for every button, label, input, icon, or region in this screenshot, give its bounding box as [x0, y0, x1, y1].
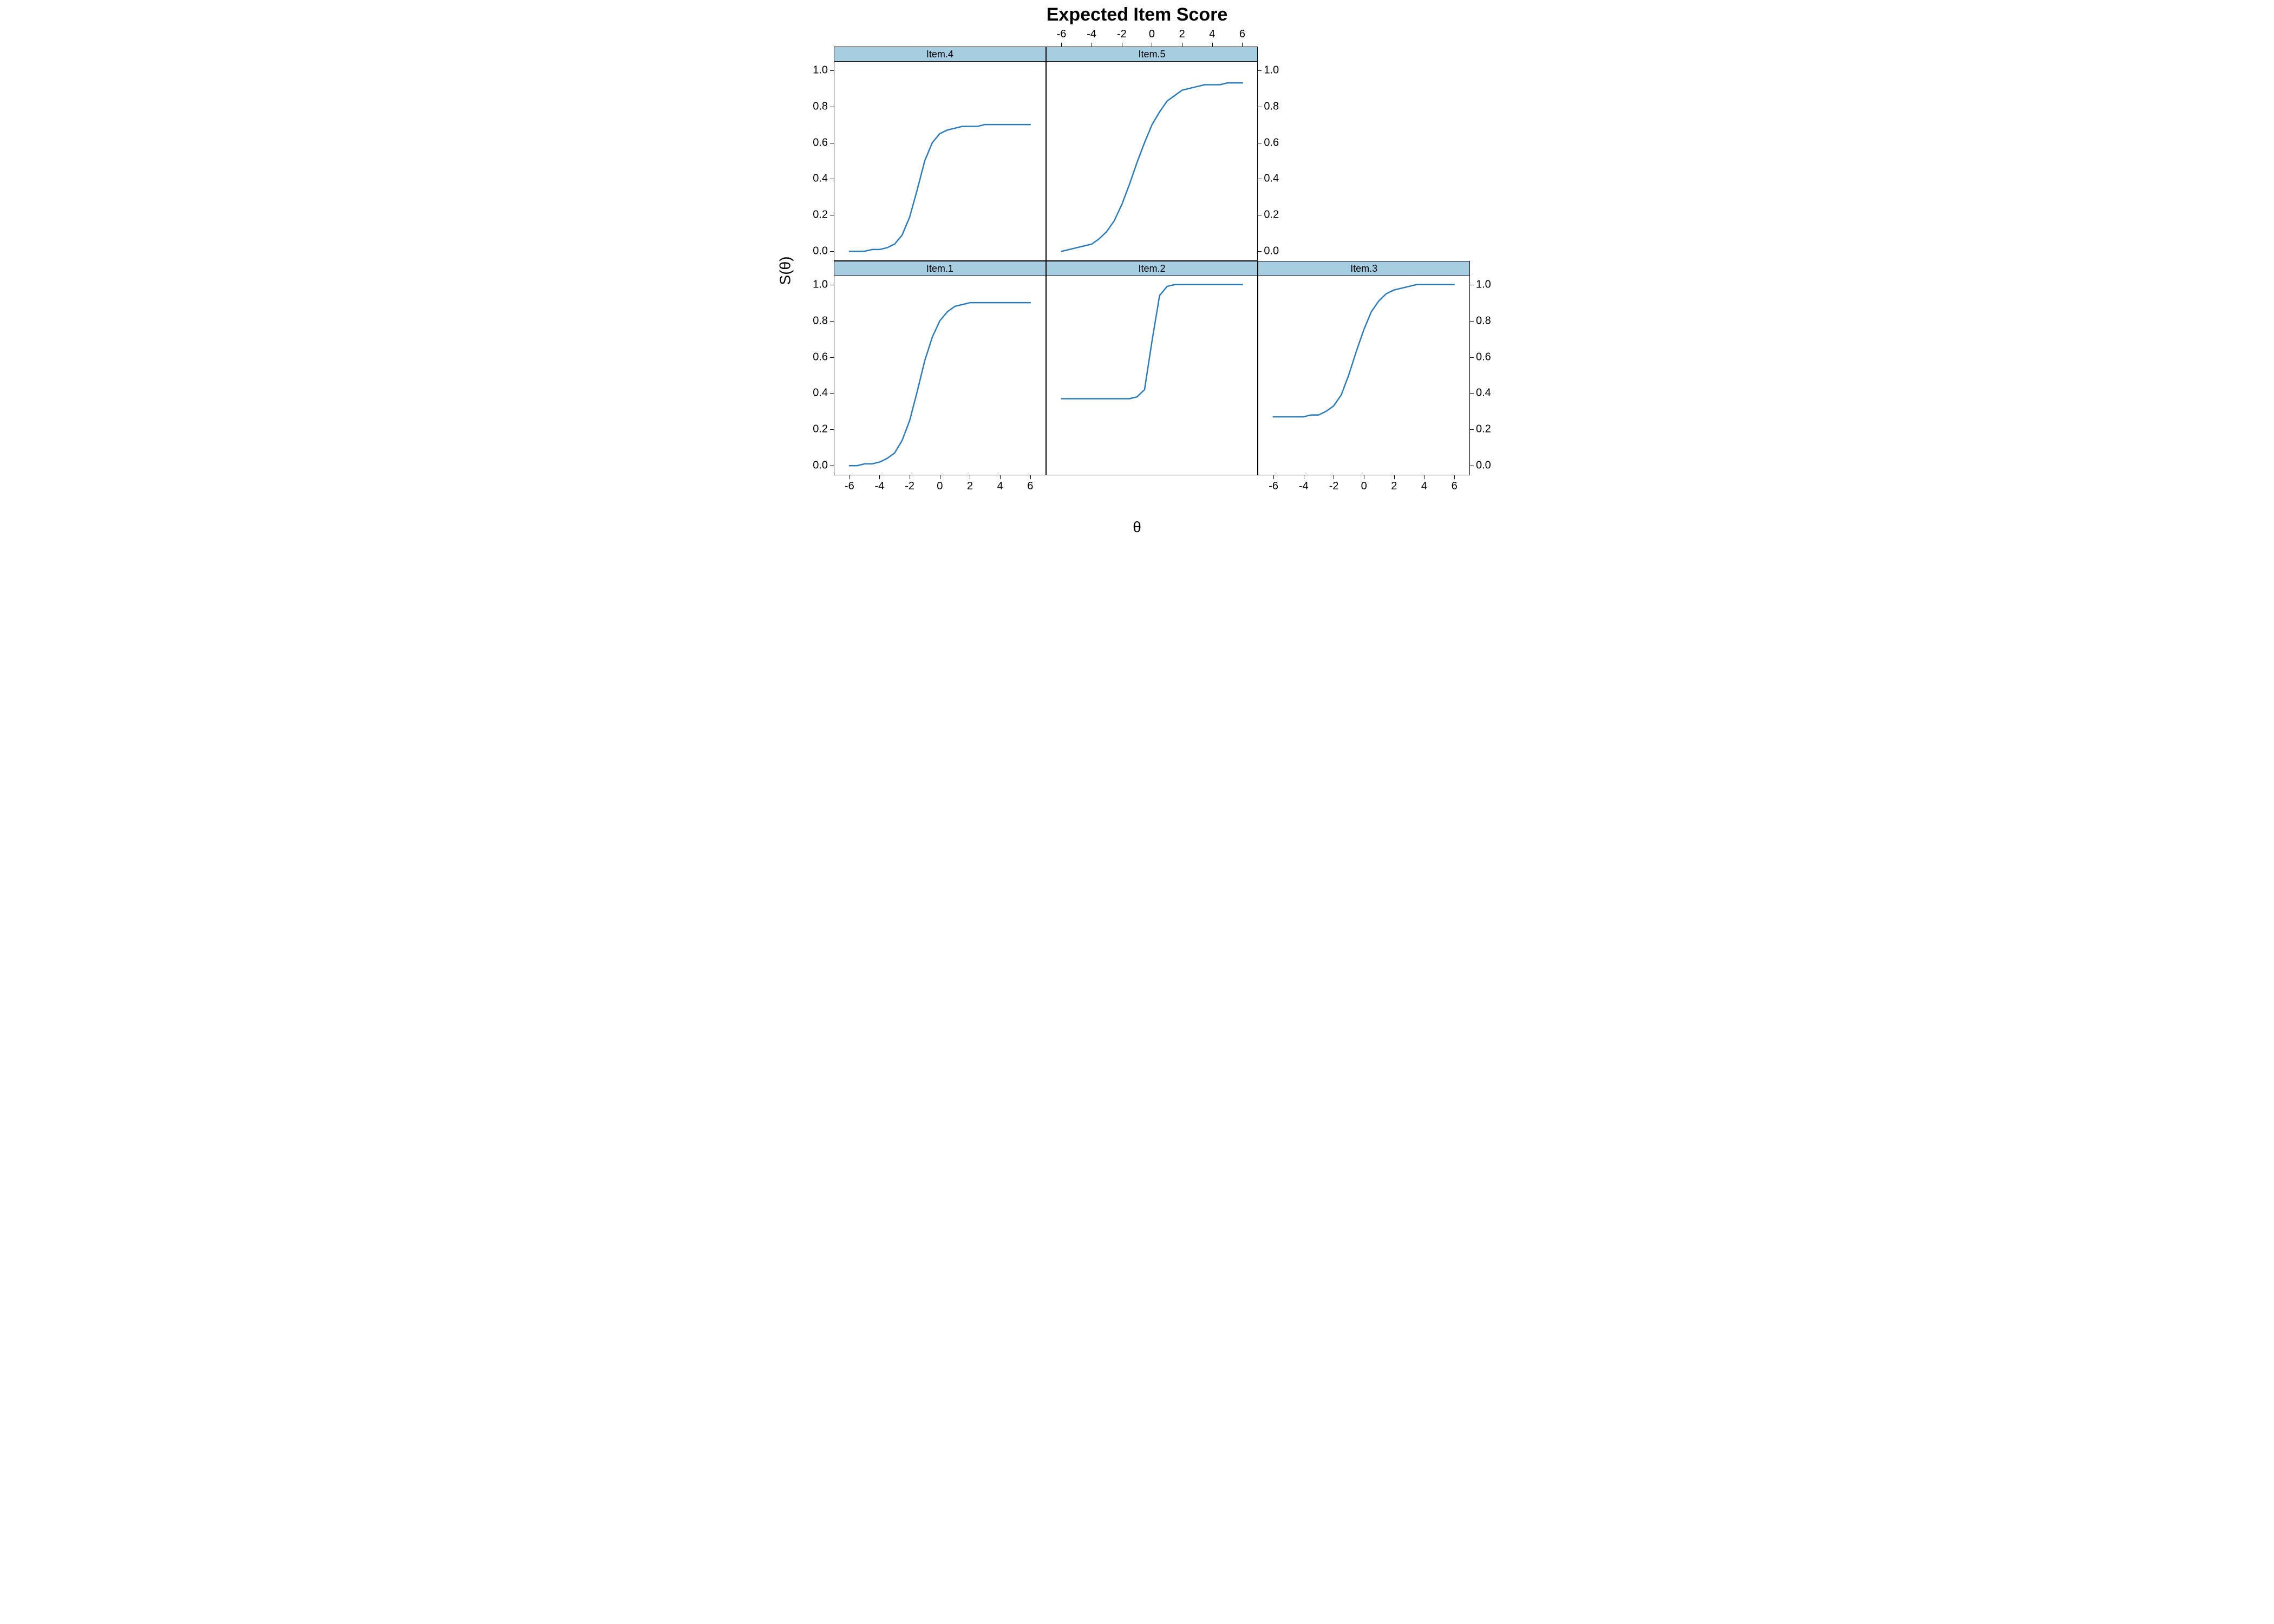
panel-item5: Item.5 -6-4-20246 0.00.20.40.60.81.0: [1046, 47, 1258, 261]
panel-item3: Item.3 -6-4-20246 0.00.20.40.60.81.0: [1258, 261, 1470, 475]
curve-item4: [834, 61, 1045, 260]
y-ticks-left: 0.00.20.40.60.81.0: [802, 276, 834, 475]
y-ticks-left: 0.00.20.40.60.81.0: [802, 61, 834, 260]
x-axis-label: θ: [758, 519, 1516, 536]
plot-area: [834, 276, 1045, 475]
curve-item3: [1258, 276, 1469, 475]
y-ticks-right: 0.00.20.40.60.81.0: [1469, 276, 1502, 475]
trellis-row-bottom: Item.1 -6-4-20246 0.00.20.40.60.81.0 Ite…: [834, 261, 1470, 475]
curve-item1: [834, 276, 1045, 475]
curve-item5: [1047, 61, 1258, 260]
x-ticks-top: -6-4-20246: [1047, 29, 1258, 47]
curve-item2: [1047, 276, 1258, 475]
plot-area: [1047, 61, 1258, 260]
y-axis-label: S(θ): [771, 0, 800, 541]
strip-label: Item.3: [1258, 261, 1469, 276]
strip-label: Item.1: [834, 261, 1045, 276]
plot-area: [834, 61, 1045, 260]
panel-item1: Item.1 -6-4-20246 0.00.20.40.60.81.0: [834, 261, 1046, 475]
plot-area: [1047, 276, 1258, 475]
strip-label: Item.5: [1047, 47, 1258, 62]
panel-empty: [1258, 47, 1470, 261]
strip-label: Item.4: [834, 47, 1045, 62]
strip-label: Item.2: [1047, 261, 1258, 276]
plot-area: [1258, 276, 1469, 475]
trellis-area: Item.4 0.00.20.40.60.81.0 Item.5 -6-4-20…: [834, 47, 1470, 475]
chart-title: Expected Item Score: [758, 4, 1516, 25]
panel-item4: Item.4 0.00.20.40.60.81.0: [834, 47, 1046, 261]
trellis-row-top: Item.4 0.00.20.40.60.81.0 Item.5 -6-4-20…: [834, 47, 1470, 261]
chart-container: Expected Item Score S(θ) θ Item.4 0.00.2…: [758, 0, 1516, 541]
x-ticks-bottom: -6-4-20246: [834, 475, 1045, 493]
panel-item2: Item.2: [1046, 261, 1258, 475]
x-ticks-bottom: -6-4-20246: [1258, 475, 1469, 493]
